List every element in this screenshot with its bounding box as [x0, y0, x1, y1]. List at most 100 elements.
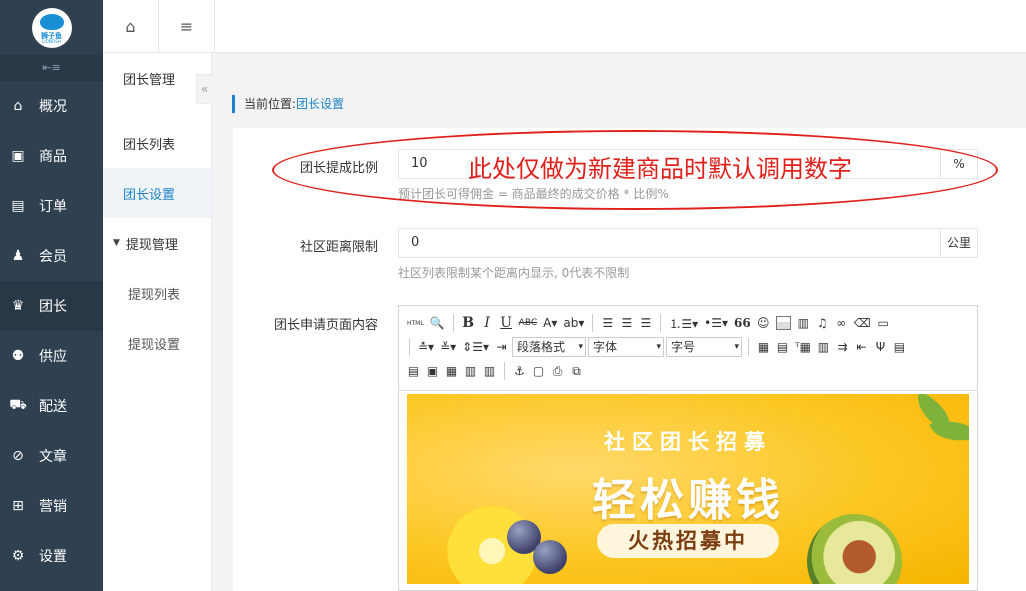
gift-icon: ⊞ [12, 498, 24, 514]
toolbar-separator [660, 314, 662, 332]
logo-subtext: LIONFISH [42, 38, 61, 44]
font-size-select[interactable]: 字号 [666, 337, 742, 357]
music-icon[interactable]: ♫ [814, 313, 831, 333]
bold-button[interactable]: B [460, 313, 477, 333]
unordered-list-icon[interactable]: •☰▾ [702, 313, 730, 333]
submenu-item-leader-settings[interactable]: 团长设置 [103, 168, 211, 218]
underline-button[interactable]: U [498, 313, 515, 333]
sidebar-item-articles[interactable]: ⊘ 文章 [0, 431, 103, 481]
commission-input[interactable]: 10 [399, 150, 940, 178]
split-cells-icon[interactable]: ▤ [891, 337, 908, 357]
main-sidebar: 狮子鱼 LIONFISH ⇤≡ ⌂ 概况 ▣ 商品 ▤ 订单 ♟ 会员 ♛ 团长… [0, 0, 103, 591]
html-source-button[interactable]: HTML [405, 313, 426, 333]
ordered-list-icon[interactable]: ⒈☰▾ [667, 313, 700, 333]
submenu-panel: 团长管理 团长列表 团长设置 ▼ 提现管理 提现列表 提现设置 [103, 53, 212, 591]
merge-right-icon[interactable]: ▤ [405, 361, 422, 381]
users-icon: ♟ [11, 248, 25, 264]
sidebar-item-label: 团长 [39, 299, 67, 315]
split-rows-icon[interactable]: ▦ [443, 361, 460, 381]
indent-icon[interactable]: ⇥ [493, 337, 510, 357]
toolbar-separator [504, 362, 505, 380]
sidebar-item-label: 供应 [39, 349, 67, 365]
paragraph-format-select[interactable]: 段落格式 [512, 337, 586, 357]
merge-down-icon[interactable]: ▣ [424, 361, 441, 381]
eraser-icon[interactable]: ⌫ [852, 313, 873, 333]
sidebar-item-members[interactable]: ♟ 会员 [0, 231, 103, 281]
delete-col-icon[interactable]: ⇤ [853, 337, 870, 357]
font-family-select[interactable]: 字体 [588, 337, 664, 357]
font-color-button[interactable]: A ▾ [541, 313, 559, 333]
template-icon[interactable]: ⧉ [568, 361, 585, 381]
distance-label: 社区距离限制 [299, 240, 378, 255]
supplier-icon: ⚉ [11, 348, 25, 364]
blueberry-icon [533, 540, 567, 574]
merge-cells-icon[interactable]: Ψ [872, 337, 889, 357]
sidebar-item-label: 订单 [39, 199, 67, 215]
distance-unit: 公里 [940, 229, 977, 257]
italic-button[interactable]: I [479, 313, 496, 333]
double-chevron-left-icon: « [200, 82, 209, 96]
align-right-icon[interactable]: ☰ [637, 313, 654, 333]
home-icon: ⌂ [125, 17, 136, 36]
fullscreen-icon[interactable]: ▭ [875, 313, 892, 333]
sidebar-item-overview[interactable]: ⌂ 概况 [0, 81, 103, 131]
sidebar-item-settings[interactable]: ⚙ 设置 [0, 531, 103, 581]
banner-title: 社区团长招募 [604, 430, 772, 454]
video-icon[interactable]: ▥ [795, 313, 812, 333]
split-cols-icon[interactable]: ▥ [462, 361, 479, 381]
sidebar-item-delivery[interactable]: ⛟ 配送 [0, 381, 103, 431]
home-button[interactable]: ⌂ [103, 0, 159, 53]
insert-col-icon[interactable]: ⇉ [834, 337, 851, 357]
submenu-item-withdraw-settings[interactable]: 提现设置 [103, 318, 211, 368]
delete-table-icon[interactable]: ▥ [481, 361, 498, 381]
menu-toggle-button[interactable]: ≡ [159, 0, 215, 53]
table-icon[interactable]: ▦ [755, 337, 772, 357]
submenu-item-leader-list[interactable]: 团长列表 [103, 118, 211, 168]
sidebar-item-supply[interactable]: ⚉ 供应 [0, 331, 103, 381]
apply-content-label: 团长申请页面内容 [273, 318, 378, 333]
align-center-icon[interactable]: ☰ [618, 313, 635, 333]
submenu-item-withdraw-list[interactable]: 提现列表 [103, 268, 211, 318]
link-icon[interactable]: ∞ [833, 313, 850, 333]
recruit-banner-image: 社区团长招募 轻松赚钱 火热招募中 [407, 394, 969, 584]
paragraph-spacing-icon[interactable]: ⇕☰▾ [460, 337, 491, 357]
breadcrumb-current[interactable]: 团长设置 [296, 97, 344, 111]
sidebar-item-leaders[interactable]: ♛ 团长 [0, 281, 103, 331]
align-left-icon[interactable]: ☰ [599, 313, 616, 333]
table-props-icon[interactable]: ▤ [774, 337, 791, 357]
letter-spacing-icon[interactable]: ≚▾ [438, 337, 458, 357]
font-color-label: A [543, 316, 552, 330]
commission-unit: % [940, 150, 977, 178]
insert-row-icon[interactable]: ▥ [815, 337, 832, 357]
distance-input-group: 0 公里 [398, 228, 978, 258]
strikethrough-button[interactable]: ABC [517, 313, 539, 333]
page-break-icon[interactable]: ▢ [530, 361, 547, 381]
distance-input[interactable]: 0 [399, 229, 940, 257]
anchor-icon[interactable]: ⚓ [511, 361, 528, 381]
submenu-group-withdraw[interactable]: ▼ 提现管理 [103, 218, 211, 268]
print-icon[interactable]: ⎙ [549, 361, 566, 381]
highlight-icon[interactable]: ab▾ [561, 313, 586, 333]
sidebar-item-goods[interactable]: ▣ 商品 [0, 131, 103, 181]
image-frame [775, 316, 791, 330]
sidebar-item-label: 营销 [39, 499, 67, 515]
submenu-fold-button[interactable]: « [196, 74, 212, 104]
truck-icon: ⛟ [9, 397, 27, 413]
line-height-icon[interactable]: ≛▾ [416, 337, 436, 357]
emoji-icon[interactable]: ☺ [755, 313, 772, 333]
toolbar-separator [748, 338, 749, 356]
toolbar-row-2: ≛▾ ≚▾ ⇕☰▾ ⇥ 段落格式 字体 字号 ▦ ▤ ᵀ▦ ▥ ⇉ ⇤ Ψ ▤ [405, 335, 971, 359]
commission-input-group: 10 % [398, 149, 978, 179]
sidebar-item-label: 设置 [39, 549, 67, 565]
preview-icon[interactable]: 🔍 [428, 313, 447, 333]
sidebar-collapse-button[interactable]: ⇤≡ [0, 55, 103, 81]
image-icon[interactable] [774, 313, 793, 333]
breadcrumb: 当前位置:团长设置 [232, 95, 344, 113]
sidebar-item-orders[interactable]: ▤ 订单 [0, 181, 103, 231]
banner-headline: 轻松赚钱 [592, 475, 784, 526]
submenu-title: 团长管理 [123, 72, 176, 88]
blockquote-button[interactable]: 66 [732, 313, 753, 333]
insert-caption-icon[interactable]: ᵀ▦ [793, 337, 813, 357]
logo[interactable]: 狮子鱼 LIONFISH [31, 7, 72, 48]
sidebar-item-marketing[interactable]: ⊞ 营销 [0, 481, 103, 531]
